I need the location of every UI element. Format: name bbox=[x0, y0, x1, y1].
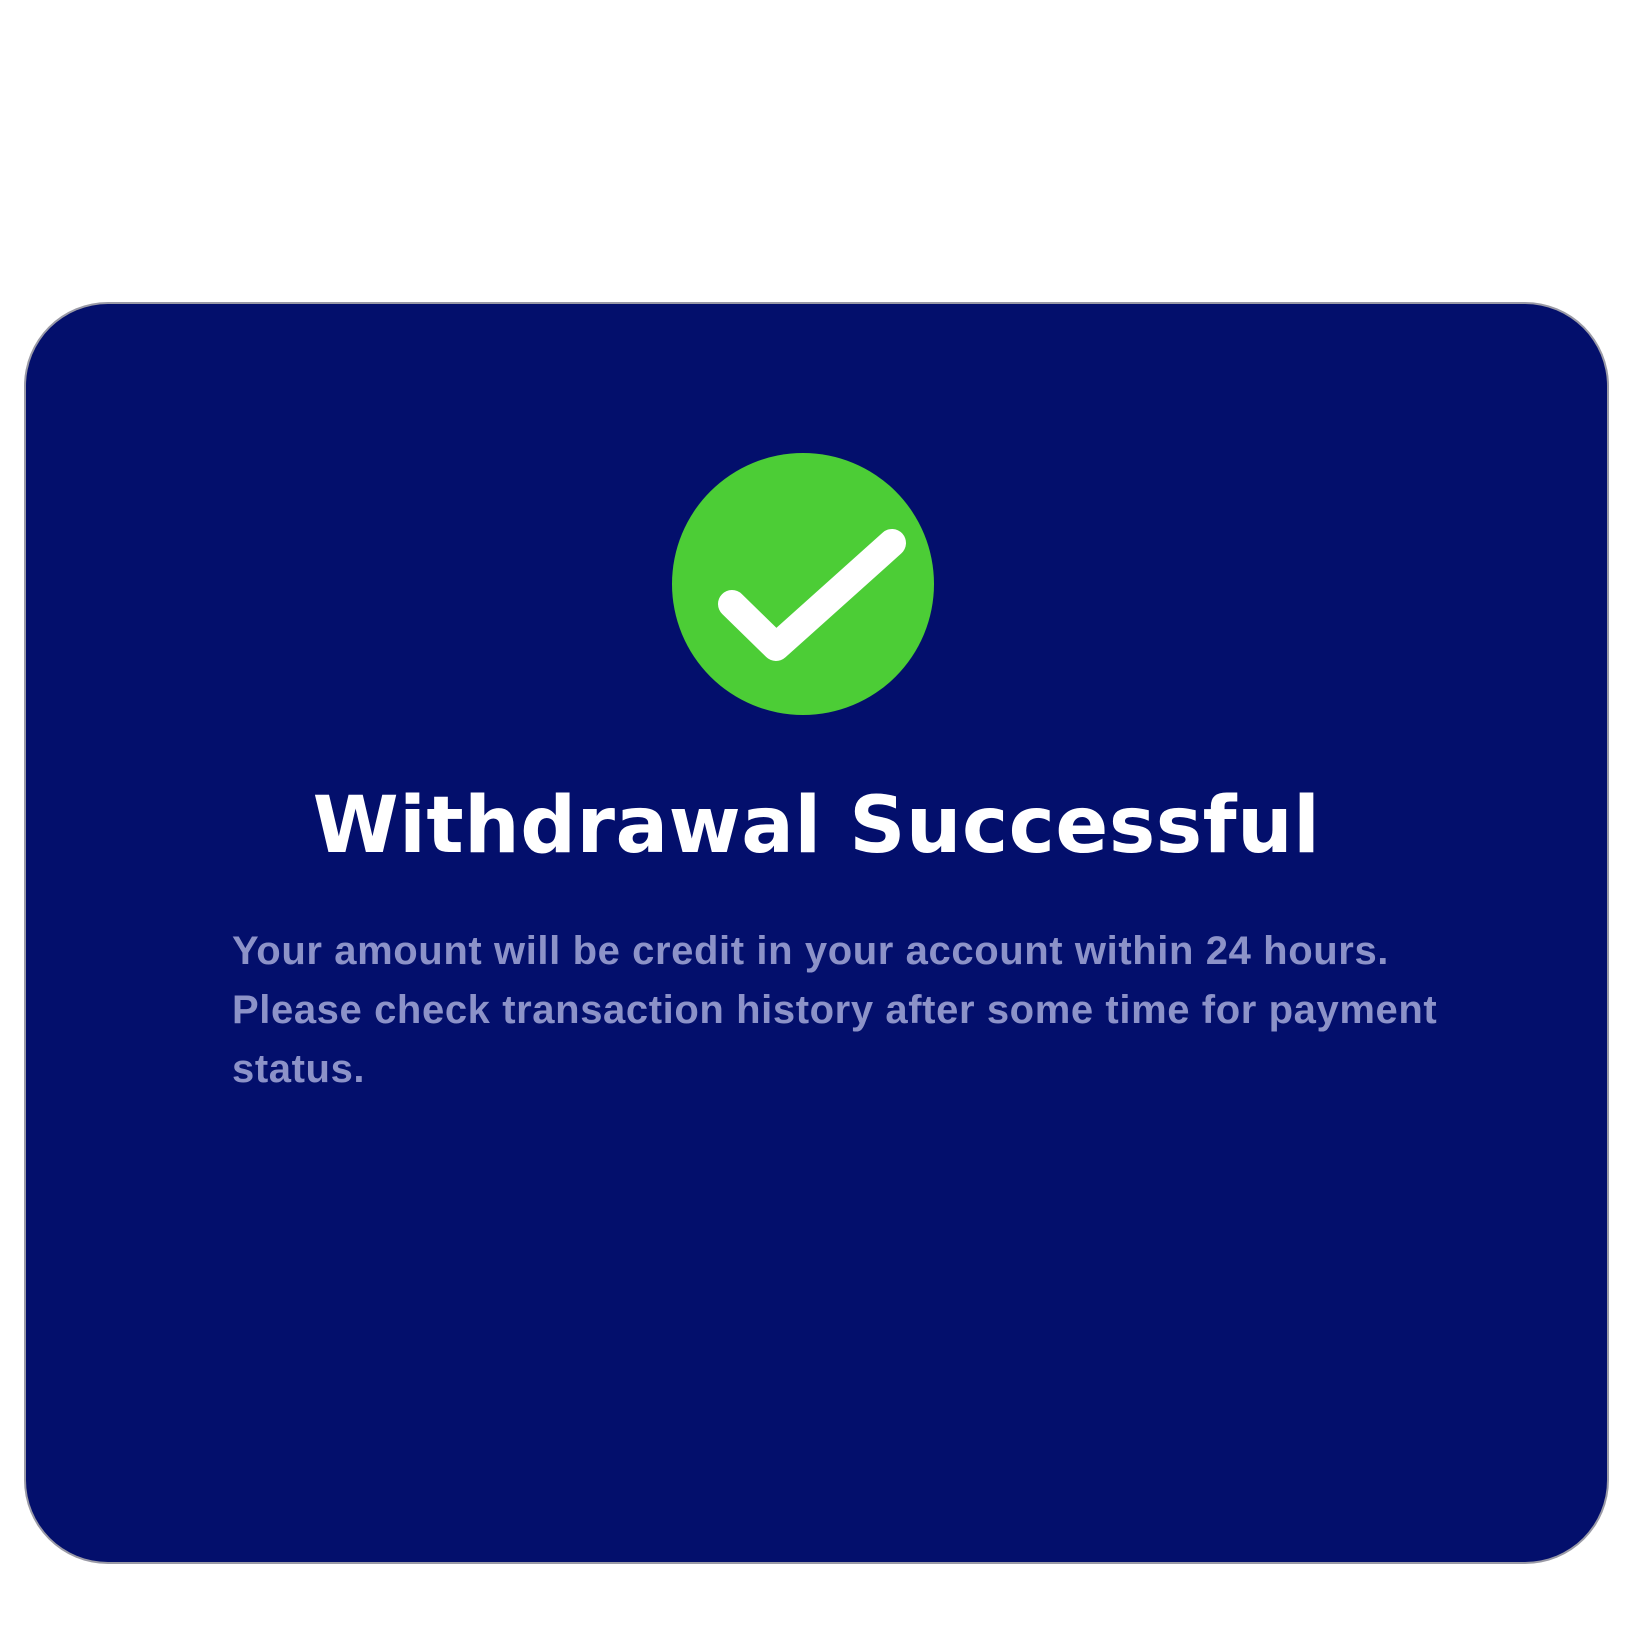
dialog-message: Your amount will be credit in your accou… bbox=[232, 929, 1438, 1091]
withdrawal-success-dialog: Withdrawal Successful Your amount will b… bbox=[26, 304, 1607, 1562]
check-circle-icon bbox=[672, 453, 934, 715]
dialog-title: Withdrawal Successful bbox=[312, 781, 1321, 871]
